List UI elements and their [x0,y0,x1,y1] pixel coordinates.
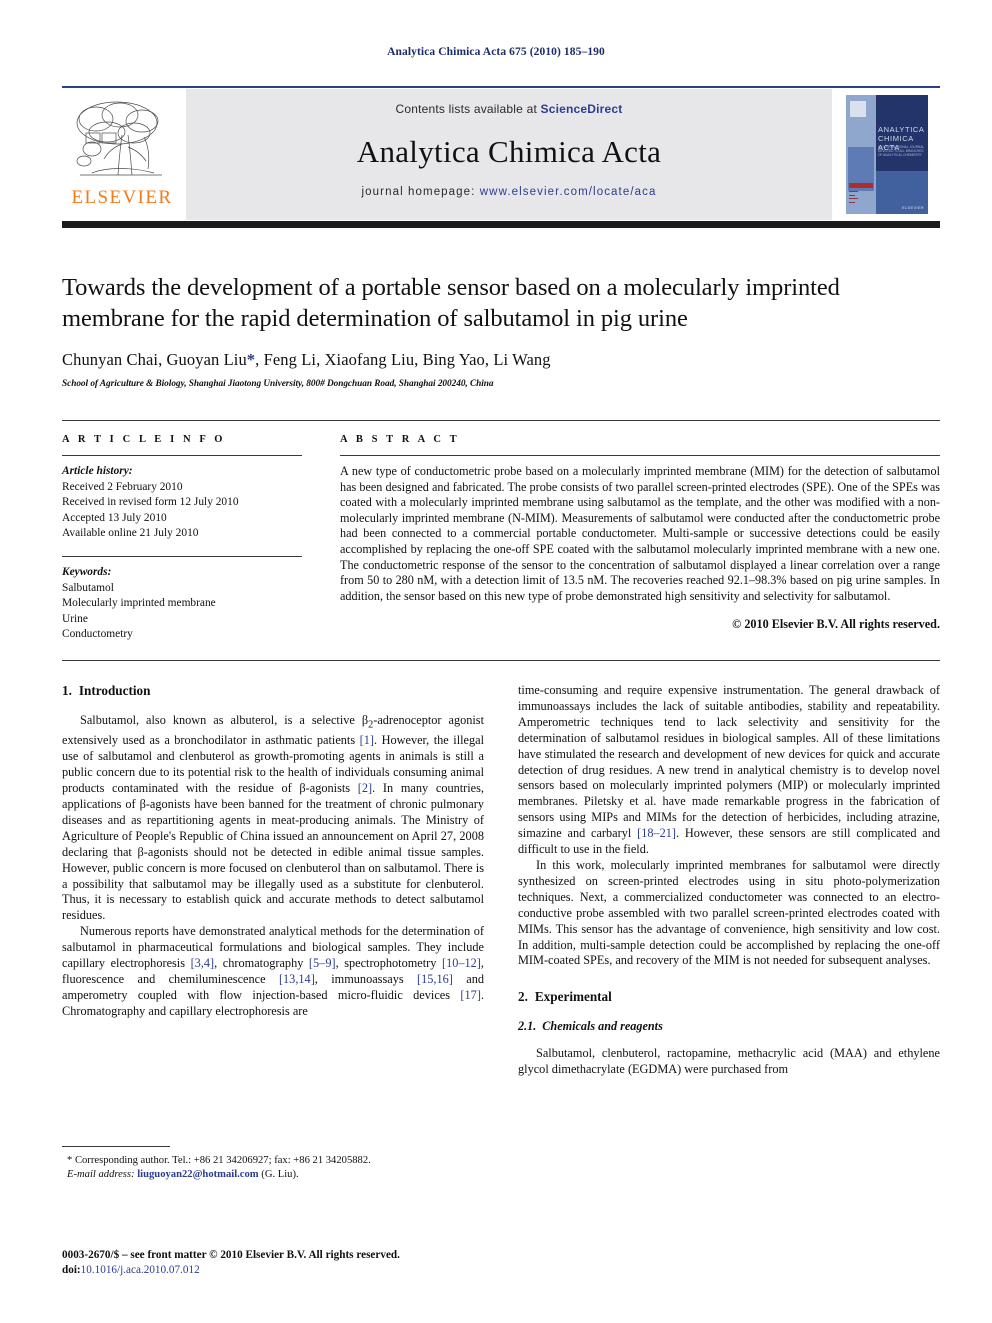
article-info-rule [62,455,302,456]
history-item: Received 2 February 2010 [62,480,183,493]
authors-before-marker: Chunyan Chai, Guoyan Liu [62,350,247,369]
text-run: Salbutamol, also known as albuterol, is … [80,713,369,727]
footnote-text: * Corresponding author. Tel.: +86 21 342… [62,1154,484,1182]
citation-link[interactable]: [18–21] [637,826,676,840]
text-run: , immunoassays [314,971,418,986]
imprint-block: 0003-2670/$ – see front matter © 2010 El… [62,1248,502,1278]
section-number: 1. [62,683,72,698]
text-run: , spectrophotometry [335,956,442,971]
journal-homepage-line: journal homepage: www.elsevier.com/locat… [186,186,832,198]
doi-line: doi:10.1016/j.aca.2010.07.012 [62,1263,502,1278]
text-run: . In many countries, applications of β-a… [62,781,485,923]
paragraph-intro-1: Salbutamol, also known as albuterol, is … [62,713,484,924]
citation-link[interactable]: [17] [460,988,481,1002]
text-run: , chromatography [214,956,309,971]
affiliation: School of Agriculture & Biology, Shangha… [62,379,494,389]
footnote-rule [62,1146,170,1147]
citation-link[interactable]: [5–9] [309,956,336,970]
citation-link[interactable]: [15,16] [417,972,453,986]
section-title: Experimental [534,989,612,1005]
keyword-item: Conductometry [62,628,133,641]
subsection-number: 2.1. [518,1019,537,1034]
section-number: 2. [518,989,528,1005]
cover-subtitle: AN INTERNATIONAL JOURNAL DEVOTED TO ALL … [878,145,925,157]
keyword-item: Salbutamol [62,581,114,594]
journal-masthead: ELSEVIER Contents lists available at Sci… [62,86,940,228]
sciencedirect-link[interactable]: ScienceDirect [541,102,623,116]
page-title: Towards the development of a portable se… [62,274,840,332]
cover-red-box [849,183,873,188]
text-run: time-consuming and require expensive ins… [518,683,940,841]
abstract-text: A new type of conductometric probe based… [340,464,940,603]
cover-logo-square [850,101,866,117]
subsection-heading-chemicals: 2.1. Chemicals and reagents [518,1019,940,1034]
author-list: Chunyan Chai, Guoyan Liu*, Feng Li, Xiao… [62,350,940,370]
title-block: Towards the development of a portable se… [62,272,940,389]
email-suffix: (G. Liu). [261,1169,299,1180]
article-info-column: A R T I C L E I N F O Article history: R… [62,434,302,643]
paragraph-intro-3: time-consuming and require expensive ins… [518,683,940,858]
section-heading-introduction: 1. Introduction [62,683,484,699]
paragraph-experimental-1: Salbutamol, clenbuterol, ractopamine, me… [518,1046,940,1077]
email-label: E-mail address: [67,1169,135,1180]
journal-cover-thumbnail: ANALYTICA CHIMICA ACTA AN INTERNATIONAL … [834,89,940,220]
keywords-rule [62,555,302,557]
article-page: Analytica Chimica Acta 675 (2010) 185–19… [0,0,992,1323]
history-item: Received in revised form 12 July 2010 [62,496,239,509]
paragraph-intro-4: In this work, molecularly imprinted memb… [518,857,940,968]
cover-art: ANALYTICA CHIMICA ACTA AN INTERNATIONAL … [846,95,928,214]
history-item: Available online 21 July 2010 [62,527,199,540]
citation-link[interactable]: [13,14] [279,972,315,986]
section-heading-experimental: 2. Experimental [518,989,940,1005]
email-link[interactable]: liuguoyan22@hotmail.com [137,1169,258,1180]
info-region-bottom-rule [62,660,940,661]
keywords-label: Keywords: [62,565,112,578]
history-item: Accepted 13 July 2010 [62,511,167,524]
masthead-bottom-rule [62,221,940,228]
authors-after-marker: , Feng Li, Xiaofang Liu, Bing Yao, Li Wa… [255,350,551,369]
subsection-title: Chemicals and reagents [542,1019,663,1034]
citation-link[interactable]: [1] [360,733,374,747]
body-column-right: time-consuming and require expensive ins… [518,683,940,1078]
citation-link[interactable]: [3,4] [191,956,215,970]
elsevier-logo: ELSEVIER [62,89,182,220]
journal-title: Analytica Chimica Acta [356,134,662,169]
cover-title-line1: ANALYTICA [878,125,925,134]
info-region-top-rule [62,420,940,421]
elsevier-tree-icon [76,101,162,176]
footnote-block: * Corresponding author. Tel.: +86 21 342… [62,1146,484,1182]
body-column-left: 1. Introduction Salbutamol, also known as… [62,683,484,1020]
masthead-top-rule [62,86,940,88]
paragraph-intro-2: Numerous reports have demonstrated analy… [62,924,484,1019]
keywords-block: Keywords: Salbutamol Molecularly imprint… [62,565,302,643]
section-title: Introduction [78,683,151,698]
contents-prefix: Contents lists available at [395,102,541,116]
corresponding-author-marker: * [246,350,256,369]
elsevier-wordmark: ELSEVIER [71,187,173,208]
keyword-item: Urine [62,612,88,625]
keyword-item: Molecularly imprinted membrane [62,597,216,610]
article-info-heading: A R T I C L E I N F O [62,434,226,445]
abstract-heading: A B S T R A C T [340,434,460,445]
running-head: Analytica Chimica Acta 675 (2010) 185–19… [387,46,605,58]
doi-label: doi: [62,1264,81,1276]
homepage-url-link[interactable]: www.elsevier.com/locate/aca [480,186,657,198]
corresponding-author-note: * Corresponding author. Tel.: +86 21 342… [67,1155,371,1166]
email-note: E-mail address: liuguoyan22@hotmail.com … [62,1168,484,1182]
cover-brand: ELSEVIER [902,205,924,210]
contents-line: Contents lists available at ScienceDirec… [186,102,832,116]
homepage-prefix: journal homepage: [361,186,480,198]
article-history-block: Article history: Received 2 February 201… [62,464,302,542]
citation-link[interactable]: [2] [358,781,372,795]
abstract-column: A B S T R A C T A new type of conductome… [340,434,940,632]
abstract-rule [340,455,940,456]
doi-link[interactable]: 10.1016/j.aca.2010.07.012 [81,1264,200,1276]
citation-link[interactable]: [10–12] [442,956,481,970]
article-history-label: Article history: [62,465,133,477]
cover-red-lines: ▬▬▬ ▬▬ ▬▬▬ ▬▬ [849,189,858,204]
issn-front-matter: 0003-2670/$ – see front matter © 2010 El… [62,1249,400,1261]
copyright-line: © 2010 Elsevier B.V. All rights reserved… [732,617,940,632]
